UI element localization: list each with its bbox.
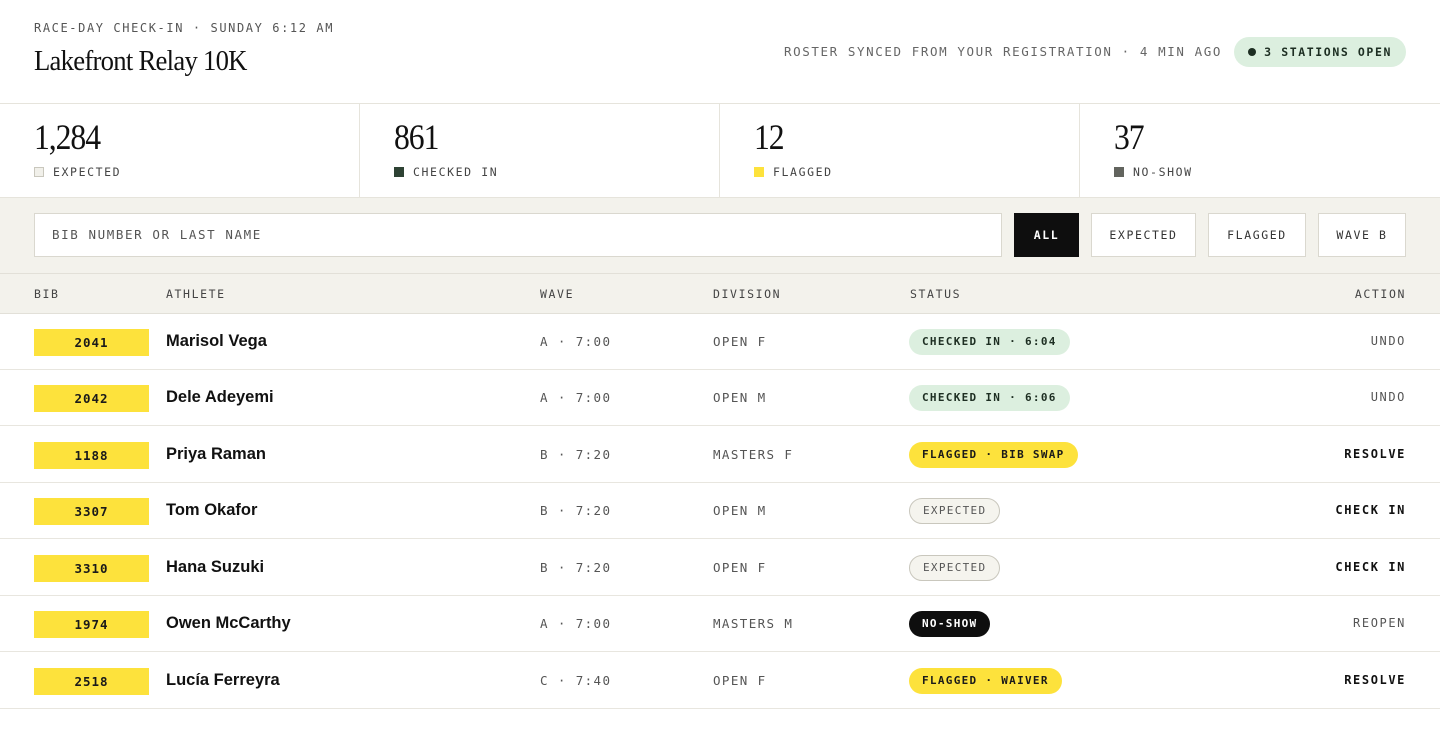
roster-sync-status: ROSTER SYNCED FROM YOUR REGISTRATION · 4… <box>783 44 1222 59</box>
stat-value: 861 <box>394 117 439 157</box>
stat-checked-in: 861 CHECKED IN <box>360 104 720 198</box>
table-row[interactable]: 1974 Owen McCarthy A · 7:00 MASTERS M NO… <box>0 596 1440 652</box>
table-row[interactable]: 2042 Dele Adeyemi A · 7:00 OPEN M CHECKE… <box>0 370 1440 426</box>
athlete-name: Dele Adeyemi <box>166 388 274 406</box>
athlete-name: Marisol Vega <box>166 332 267 350</box>
bib-number: 1188 <box>34 442 149 469</box>
column-header-wave[interactable]: WAVE <box>540 287 574 301</box>
division: OPEN F <box>713 560 767 575</box>
stat-expected: 1,284 EXPECTED <box>0 104 360 198</box>
table-row[interactable]: 1188 Priya Raman B · 7:20 MASTERS F FLAG… <box>0 427 1440 483</box>
stat-value: 12 <box>754 117 785 157</box>
stat-label: CHECKED IN <box>413 165 499 179</box>
wave-time: B · 7:20 <box>540 503 612 518</box>
athlete-name: Lucía Ferreyra <box>166 671 280 689</box>
stations-open-badge: 3 STATIONS OPEN <box>1234 37 1406 67</box>
bib-number: 2518 <box>34 668 149 695</box>
wave-time: A · 7:00 <box>540 334 612 349</box>
bib-number: 3310 <box>34 555 149 582</box>
check-in-button[interactable]: CHECK IN <box>1335 560 1406 574</box>
stats-bar: 1,284 EXPECTED 861 CHECKED IN 12 FLAGGED… <box>0 104 1440 198</box>
table-row[interactable]: 3310 Hana Suzuki B · 7:20 OPEN F EXPECTE… <box>0 540 1440 596</box>
filter-wave-b-button[interactable]: WAVE B <box>1318 213 1406 257</box>
stat-swatch-icon <box>34 167 44 177</box>
resolve-button[interactable]: RESOLVE <box>1344 447 1406 461</box>
division: OPEN F <box>713 673 767 688</box>
table-row[interactable]: 2041 Marisol Vega A · 7:00 OPEN F CHECKE… <box>0 314 1440 370</box>
status-badge: FLAGGED · BIB SWAP <box>909 442 1078 468</box>
page-title: Lakefront Relay 10K <box>34 45 247 77</box>
bib-number: 2042 <box>34 385 149 412</box>
status-badge: NO-SHOW <box>909 611 991 637</box>
column-header-division[interactable]: DIVISION <box>713 287 781 301</box>
stations-open-label: 3 STATIONS OPEN <box>1264 45 1392 59</box>
search-input[interactable]: BIB NUMBER OR LAST NAME <box>34 213 1002 257</box>
stat-swatch-icon <box>1114 167 1124 177</box>
stat-label: FLAGGED <box>773 165 833 179</box>
wave-time: B · 7:20 <box>540 447 612 462</box>
stat-flagged: 12 FLAGGED <box>720 104 1080 198</box>
wave-time: B · 7:20 <box>540 560 612 575</box>
status-badge: FLAGGED · WAIVER <box>909 668 1062 694</box>
status-badge: EXPECTED <box>909 555 1001 581</box>
filter-expected-button[interactable]: EXPECTED <box>1091 213 1196 257</box>
column-header-status[interactable]: STATUS <box>910 287 961 301</box>
event-eyebrow: RACE-DAY CHECK-IN · SUNDAY 6:12 AM <box>34 21 335 35</box>
undo-button[interactable]: UNDO <box>1371 334 1406 348</box>
stat-value: 37 <box>1114 117 1145 157</box>
undo-button[interactable]: UNDO <box>1371 390 1406 404</box>
reopen-button[interactable]: REOPEN <box>1353 616 1406 630</box>
column-header-action: ACTION <box>1354 287 1406 301</box>
status-dot-icon <box>1248 48 1257 56</box>
wave-time: C · 7:40 <box>540 673 612 688</box>
division: MASTERS F <box>713 447 794 462</box>
stat-swatch-icon <box>754 167 764 177</box>
athlete-name: Owen McCarthy <box>166 614 291 632</box>
stat-swatch-icon <box>394 167 404 177</box>
athlete-name: Hana Suzuki <box>166 558 265 576</box>
bib-number: 3307 <box>34 498 149 525</box>
table-row[interactable]: 3307 Tom Okafor B · 7:20 OPEN M EXPECTED… <box>0 483 1440 539</box>
wave-time: A · 7:00 <box>540 616 612 631</box>
table-row[interactable]: 2518 Lucía Ferreyra C · 7:40 OPEN F FLAG… <box>0 653 1440 709</box>
filter-bar: BIB NUMBER OR LAST NAME ALL EXPECTED FLA… <box>0 198 1440 274</box>
stat-no-show: 37 NO-SHOW <box>1080 104 1440 198</box>
status-badge: EXPECTED <box>909 498 1001 524</box>
status-badge: CHECKED IN · 6:04 <box>909 329 1070 355</box>
bib-number: 2041 <box>34 329 149 356</box>
stat-value: 1,284 <box>34 117 101 157</box>
status-badge: CHECKED IN · 6:06 <box>909 385 1070 411</box>
bib-number: 1974 <box>34 611 149 638</box>
resolve-button[interactable]: RESOLVE <box>1344 673 1406 687</box>
column-header-athlete[interactable]: ATHLETE <box>166 287 226 301</box>
wave-time: A · 7:00 <box>540 390 612 405</box>
column-header-bib[interactable]: BIB <box>34 287 60 301</box>
stat-label: NO-SHOW <box>1133 165 1193 179</box>
filter-all-button[interactable]: ALL <box>1014 213 1079 257</box>
check-in-button[interactable]: CHECK IN <box>1335 503 1406 517</box>
athlete-name: Priya Raman <box>166 445 266 463</box>
stat-label: EXPECTED <box>53 165 122 179</box>
table-header: BIB ATHLETE WAVE DIVISION STATUS ACTION <box>0 274 1440 314</box>
division: MASTERS M <box>713 616 794 631</box>
division: OPEN F <box>713 334 767 349</box>
filter-flagged-button[interactable]: FLAGGED <box>1208 213 1306 257</box>
division: OPEN M <box>713 390 767 405</box>
athlete-name: Tom Okafor <box>166 501 258 519</box>
page-header: RACE-DAY CHECK-IN · SUNDAY 6:12 AM Lakef… <box>0 0 1440 104</box>
division: OPEN M <box>713 503 767 518</box>
